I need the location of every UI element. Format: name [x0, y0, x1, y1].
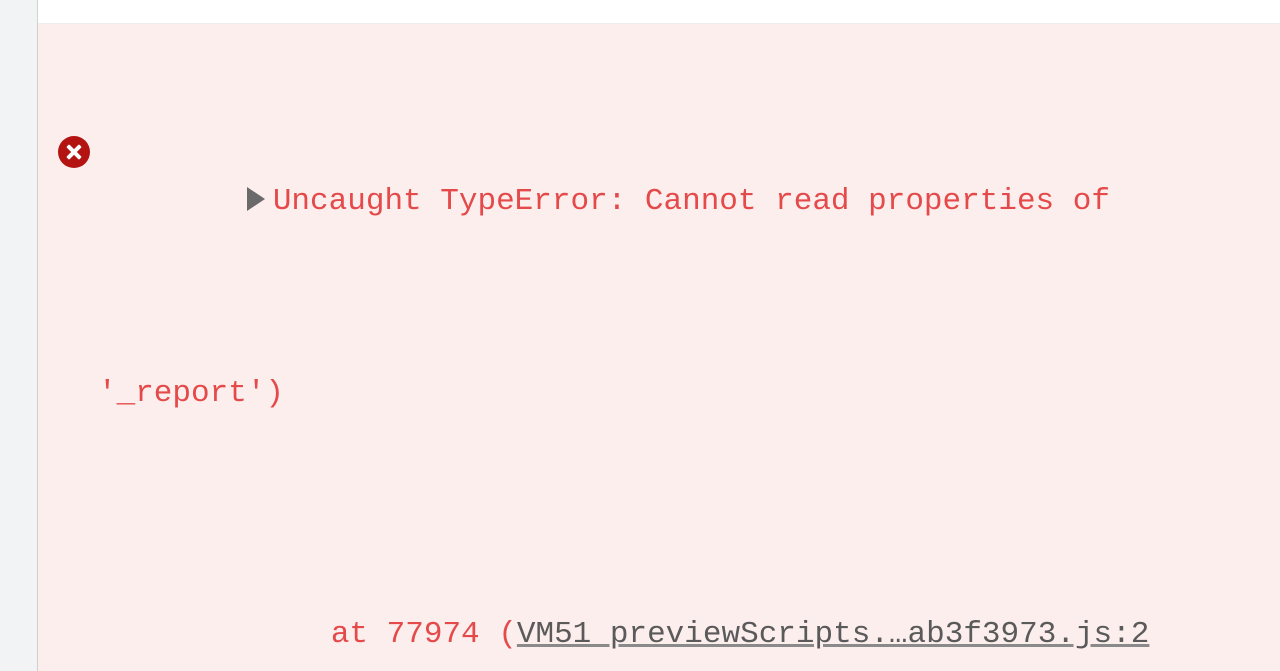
console-panel: Uncaught TypeError: Cannot read properti… — [38, 0, 1280, 671]
console-error-entry: Uncaught TypeError: Cannot read properti… — [38, 24, 1280, 671]
stack-at: at 77974 ( — [331, 617, 517, 652]
source-link[interactable]: VM51 previewScripts.…ab3f3973.js:2 — [517, 617, 1150, 652]
entry-content: Uncaught TypeError: Cannot read properti… — [98, 34, 1280, 671]
stack-frame: at 77974 (VM51 previewScripts.…ab3f3973.… — [98, 563, 1276, 671]
error-message-cont: '_report') — [98, 370, 1276, 418]
error-icon — [58, 136, 90, 168]
expand-triangle-icon[interactable] — [247, 187, 265, 211]
error-header-line: Uncaught TypeError: Cannot read properti… — [98, 130, 1276, 274]
gutter-rail — [0, 0, 38, 671]
entry-icon-column — [38, 34, 98, 671]
top-spacer — [38, 0, 1280, 24]
error-message: Uncaught TypeError: Cannot read properti… — [273, 184, 1129, 219]
